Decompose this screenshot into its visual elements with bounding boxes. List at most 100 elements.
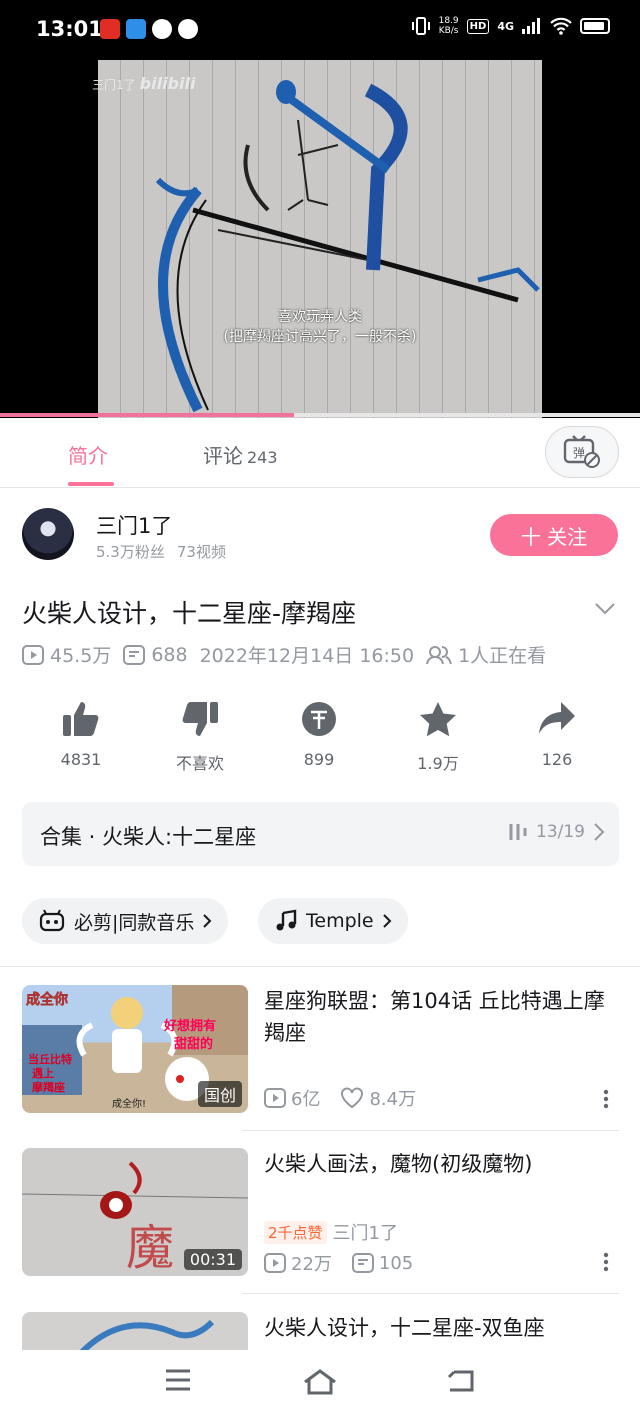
music-note-icon xyxy=(276,909,297,931)
share-button[interactable]: 126 xyxy=(507,700,607,769)
bijian-icon xyxy=(39,909,65,932)
recommend-title: 火柴人画法，魔物(初级魔物) xyxy=(264,1152,533,1176)
views-stat: 22万 xyxy=(264,1250,332,1276)
list-divider xyxy=(242,1130,619,1131)
dislike-button[interactable]: 不喜欢 xyxy=(150,700,250,774)
recommend-item[interactable]: 魔 00:31 火柴人画法，魔物(初级魔物) 2千点赞 三门1了 22万 105 xyxy=(22,1148,619,1276)
dislike-icon xyxy=(182,702,218,736)
views-stat: 45.5万 xyxy=(22,641,111,668)
menu-icon[interactable] xyxy=(164,1368,192,1392)
chevron-right-icon xyxy=(382,914,392,928)
danmaku-stat: 105 xyxy=(351,1253,413,1274)
chevron-right-icon xyxy=(203,914,212,928)
pisces-drawing xyxy=(79,1319,215,1350)
collection-card[interactable]: 合集 · 火柴人:十二星座 13/19 xyxy=(22,802,619,866)
recommend-author-row: 2千点赞 三门1了 xyxy=(264,1219,398,1245)
recommend-item[interactable]: 火柴人设计，十二星座-双鱼座 xyxy=(22,1312,619,1350)
song-tag[interactable]: Temple xyxy=(258,898,408,944)
scythe-drawing xyxy=(155,80,540,413)
likes-stat: 8.4万 xyxy=(340,1085,416,1111)
thumb-text: 魔 xyxy=(126,1220,175,1276)
back-icon[interactable] xyxy=(446,1368,476,1394)
uploader-fans: 5.3万粉丝 xyxy=(96,543,165,561)
thumb-text-1: 成全你 xyxy=(26,992,69,1009)
tab-comments-label: 评论 xyxy=(203,444,243,468)
play-app-icon xyxy=(152,19,172,39)
video-stats: 45.5万 688 2022年12月14日 16:50 1人正在看 xyxy=(22,641,558,668)
status-app-icons xyxy=(100,19,198,39)
watching-icon xyxy=(426,645,453,664)
danmaku-toggle-button[interactable]: 弹 xyxy=(545,426,619,478)
follow-button[interactable]: 十 关注 xyxy=(490,514,618,556)
hot-badge: 2千点赞 xyxy=(264,1220,327,1244)
song-tag-label: Temple xyxy=(306,910,374,932)
views-stat: 6亿 xyxy=(264,1085,320,1111)
recommend-title: 火柴人设计，十二星座-双鱼座 xyxy=(264,1316,545,1340)
favorite-button[interactable]: 1.9万 xyxy=(388,700,488,774)
video-player[interactable]: 三门1了 bilibili 喜欢玩弄人类 (把摩羯座讨高兴了，一般不杀) xyxy=(0,60,640,418)
recommend-meta: 22万 105 xyxy=(264,1250,427,1276)
more-icon[interactable] xyxy=(603,1089,609,1109)
danmaku-count: 688 xyxy=(151,643,188,666)
heart-icon xyxy=(341,1087,364,1109)
subtitle-line-2: (把摩羯座讨高兴了，一般不杀) xyxy=(223,329,417,345)
video-progress-bar[interactable] xyxy=(0,413,640,417)
music-tag[interactable]: 必剪|同款音乐 xyxy=(22,898,229,944)
system-nav-bar xyxy=(0,1350,640,1422)
publish-date: 2022年12月14日 16:50 xyxy=(199,645,415,667)
collection-title: 合集 · 火柴人:十二星座 xyxy=(40,825,257,849)
watermark-brand: bilibili xyxy=(139,74,196,93)
speed-value: 18.9 xyxy=(438,16,459,26)
thumb-text-2: 好想拥有 xyxy=(164,1019,217,1034)
views-count: 6亿 xyxy=(291,1089,321,1110)
share-count: 126 xyxy=(541,750,573,769)
like-button[interactable]: 4831 xyxy=(31,700,131,769)
speed-unit: KB/s xyxy=(438,26,459,36)
danmaku-stat: 688 xyxy=(123,643,188,666)
uploader-meta: 5.3万粉丝 73视频 xyxy=(96,541,226,562)
star-icon xyxy=(420,702,456,737)
signal-icon xyxy=(522,18,540,34)
video-progress-fill xyxy=(0,413,295,417)
collection-progress: 13/19 xyxy=(508,822,605,842)
chevron-right-icon xyxy=(594,823,605,841)
danmaku-icon xyxy=(351,1253,374,1273)
danmaku-off-icon: 弹 xyxy=(563,435,600,468)
video-frame xyxy=(98,60,542,418)
uploader-avatar[interactable] xyxy=(22,508,74,560)
recommend-item[interactable]: 成全你 好想拥有 甜甜的 当丘比特 遇上 摩羯座 成全你! 国创 星座狗联盟：第… xyxy=(22,985,619,1113)
video-thumbnail xyxy=(22,1312,248,1350)
status-bar: 13:01 18.9 KB/s HD 4G xyxy=(0,0,640,60)
section-divider xyxy=(0,966,640,967)
thumb-text-6: 摩羯座 xyxy=(32,1081,65,1094)
tab-active-indicator xyxy=(68,482,114,486)
thumb-text-7: 成全你! xyxy=(112,1099,147,1110)
duration-badge: 00:31 xyxy=(183,1249,242,1270)
dislike-label: 不喜欢 xyxy=(175,754,224,773)
bilibili-watermark: 三门1了 bilibili xyxy=(92,74,195,93)
watching-count: 1人正在看 xyxy=(458,645,547,667)
tab-intro[interactable]: 简介 xyxy=(68,440,108,469)
recommend-meta: 6亿 8.4万 xyxy=(264,1085,430,1111)
uploader-name[interactable]: 三门1了 xyxy=(96,510,172,540)
chevron-down-icon[interactable] xyxy=(594,602,616,616)
video-thumbnail: 魔 00:31 xyxy=(22,1148,248,1276)
vibrate-icon xyxy=(411,17,430,35)
status-right: 18.9 KB/s HD 4G xyxy=(411,16,610,36)
play-icon xyxy=(22,644,44,665)
tab-comments[interactable]: 评论 243 xyxy=(203,440,278,469)
network-type: 4G xyxy=(497,19,514,33)
coin-count: 899 xyxy=(303,750,335,769)
views-count: 22万 xyxy=(291,1254,332,1275)
favorite-count: 1.9万 xyxy=(417,754,459,773)
music-tag-label: 必剪|同款音乐 xyxy=(74,911,195,934)
home-icon[interactable] xyxy=(302,1368,338,1396)
watching-stat: 1人正在看 xyxy=(426,641,546,668)
more-icon[interactable] xyxy=(603,1252,609,1272)
detail-tabs: 简介 评论 243 弹 xyxy=(0,418,640,488)
video-badge: 国创 xyxy=(197,1081,242,1107)
coin-button[interactable]: 899 xyxy=(269,700,369,769)
play-icon xyxy=(264,1088,286,1108)
share-icon xyxy=(539,702,575,734)
views-count: 45.5万 xyxy=(50,645,112,667)
